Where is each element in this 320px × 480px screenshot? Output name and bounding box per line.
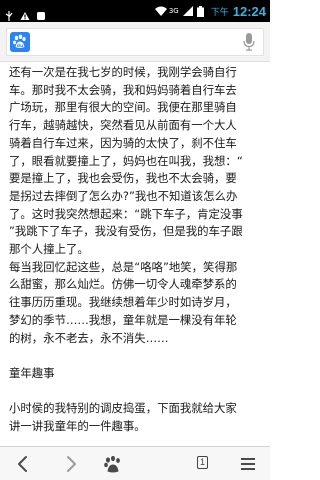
notification-icon xyxy=(36,6,46,20)
article-line: 那个人撞上了。 xyxy=(9,242,89,257)
svg-text:du: du xyxy=(17,43,23,49)
article-line: 行车，越骑越快，突然看见从前面有一个大人 xyxy=(9,118,237,133)
article-content: 还有一次是在我七岁的时候，我刚学会骑自行 车。那时我不太会骑，我和妈妈骑着自行车… xyxy=(9,64,264,446)
menu-icon[interactable] xyxy=(236,452,260,476)
back-arrow-icon[interactable] xyxy=(12,452,36,476)
baidu-logo-icon[interactable]: du xyxy=(10,32,30,52)
article-line: 了，眼看就要撞上了，妈妈也在叫我，我想：“ xyxy=(9,153,243,168)
article-line: 的树，永不老去，永不消失…… xyxy=(9,330,169,345)
signal-icon xyxy=(182,6,193,16)
search-header: du xyxy=(0,22,270,62)
forward-arrow-icon[interactable] xyxy=(58,452,82,476)
article-line: 讲一讲我童年的一件趣事。 xyxy=(9,419,146,434)
notification-icons xyxy=(4,6,46,21)
battery-icon xyxy=(196,6,207,17)
microphone-icon[interactable] xyxy=(243,33,255,55)
usb-icon xyxy=(4,6,14,21)
search-input[interactable]: du xyxy=(6,28,264,56)
article-line: 梦幻的季节……我想，童年就是一棵没有年轮 xyxy=(9,312,237,327)
article-line: 是拐过去摔倒了怎么办?”我也不知道该怎么办 xyxy=(9,188,238,203)
article-line: 小时侯的我特别的调皮捣蛋，下面我就给大家 xyxy=(9,401,237,416)
baidu-paw-icon[interactable] xyxy=(101,452,125,476)
clock: 12:24 xyxy=(232,3,266,19)
article-line: ”我跳下了车子，我没有受伤，但是我的车子跟 xyxy=(9,224,243,239)
am-pm-label: 下午 xyxy=(210,7,229,18)
status-bar: 3G 下午 12:24 xyxy=(0,0,270,22)
article-line: 骑着自行车过来，因为骑的太快了，刹不住车 xyxy=(9,135,237,150)
warning-icon xyxy=(20,6,30,20)
article-line: 了。这时我突然想起来：“跳下车子，肯定没事 xyxy=(9,206,243,221)
article-line: 要是撞上了，我也会受伤，我也不太会骑，要 xyxy=(9,171,237,186)
wifi-icon xyxy=(154,6,167,16)
section-heading: 童年趣事 xyxy=(9,365,55,380)
signal-label: 3G xyxy=(168,7,179,15)
system-indicators: 3G 下午 12:24 xyxy=(154,3,266,19)
article-line: 车。那时我不太会骑，我和妈妈骑着自行车去 xyxy=(9,82,237,97)
article-line: 往事历历重现。我继续想着年少时如诗岁月， xyxy=(9,295,237,310)
article-line: 么甜蜜，那么灿烂。仿佛一切令人魂牵梦系的 xyxy=(9,277,237,292)
tabs-icon[interactable]: 1 xyxy=(191,452,215,476)
tab-count: 1 xyxy=(197,456,208,469)
article-line: 还有一次是在我七岁的时候，我刚学会骑自行 xyxy=(9,65,237,79)
article-line: 每当我回忆起这些，总是“咯咯”地笑，笑得那 xyxy=(9,259,238,274)
bottom-navigation: 1 xyxy=(0,446,270,480)
article-line: 广场玩，那里有很大的空间。我便在那里骑自 xyxy=(9,100,237,115)
